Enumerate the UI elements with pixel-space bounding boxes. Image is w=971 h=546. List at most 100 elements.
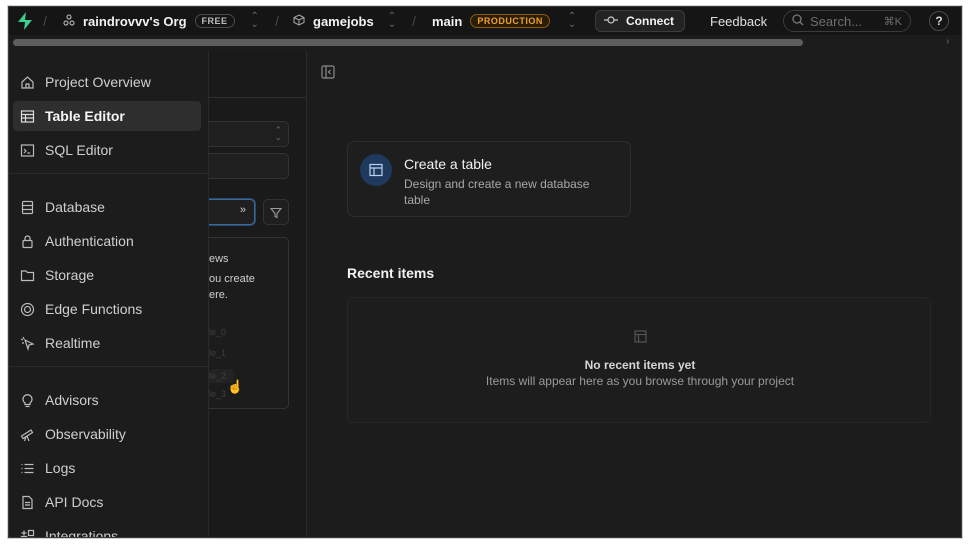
- sidebar-item-label: Advisors: [45, 392, 99, 408]
- sidebar-item-label: Authentication: [45, 233, 134, 249]
- supabase-logo[interactable]: [17, 7, 33, 35]
- sidebar-item-edge-functions[interactable]: Edge Functions: [13, 294, 201, 324]
- sidebar-item-storage[interactable]: Storage: [13, 260, 201, 290]
- functions-icon: [19, 301, 35, 317]
- top-bar: / raindrovvv's Org FREE ⌃ ⌄ / gamejobs ⌃ ⌄…: [9, 7, 961, 35]
- list-icon: [19, 460, 35, 476]
- chevron-updown-icon: ⌃ ⌄: [567, 11, 577, 30]
- chevron-updown-icon: ⌃ ⌄: [274, 125, 282, 142]
- plug-icon: [604, 14, 618, 28]
- chevron-updown-icon: ⌃ ⌄: [387, 11, 397, 30]
- sidebar-item-label: Integrations: [45, 528, 119, 538]
- sidebar-item-realtime[interactable]: Realtime: [13, 328, 201, 358]
- table-icon: [634, 330, 647, 348]
- horizontal-scrollbar[interactable]: [13, 39, 803, 46]
- empty-tables-fragment: ere.: [209, 289, 228, 301]
- breadcrumb-separator: /: [43, 13, 47, 29]
- plan-badge: FREE: [194, 14, 235, 28]
- lock-icon: [19, 233, 35, 249]
- project-name: gamejobs: [313, 13, 374, 29]
- connect-label: Connect: [626, 14, 674, 28]
- panel-collapse-icon[interactable]: [321, 65, 335, 84]
- sidebar-item-label: Observability: [45, 426, 126, 442]
- database-icon: [19, 199, 35, 215]
- main-content: Create a table Design and create a new d…: [307, 51, 961, 537]
- sidebar-item-label: Logs: [45, 460, 76, 476]
- home-icon: [19, 74, 35, 90]
- card-title: Create a table: [404, 156, 492, 172]
- ghost-table-row: le_3: [209, 389, 227, 399]
- filter-button[interactable]: [263, 199, 289, 225]
- search-placeholder: Search...: [810, 13, 863, 29]
- sidebar-item-label: Storage: [45, 267, 95, 283]
- document-icon: [19, 494, 35, 510]
- card-description: Design and create a new database table: [404, 177, 590, 207]
- filter-icon: [269, 206, 283, 224]
- chevron-updown-icon: ⌃ ⌄: [250, 11, 259, 30]
- sidebar: Project Overview Table Editor SQL Editor…: [9, 51, 209, 538]
- ghost-table-row: le_0: [209, 327, 227, 337]
- sidebar-item-sql-editor[interactable]: SQL Editor: [13, 135, 201, 165]
- sidebar-item-integrations[interactable]: Integrations: [13, 521, 201, 538]
- sidebar-item-label: Realtime: [45, 335, 101, 351]
- sidebar-item-label: Project Overview: [45, 74, 151, 90]
- org-name: raindrovvv's Org: [83, 13, 187, 29]
- sidebar-item-logs[interactable]: Logs: [13, 453, 201, 483]
- help-wrap: ?: [929, 7, 949, 35]
- sidebar-divider: [9, 173, 209, 174]
- table-icon: [360, 154, 392, 186]
- breadcrumb-separator: /: [412, 13, 416, 29]
- panel-divider: [209, 97, 306, 98]
- sidebar-item-label: API Docs: [45, 494, 104, 510]
- sidebar-item-authentication[interactable]: Authentication: [13, 226, 201, 256]
- search-tables-input[interactable]: [209, 153, 289, 179]
- sidebar-item-database[interactable]: Database: [13, 192, 201, 222]
- sidebar-item-api-docs[interactable]: API Docs: [13, 487, 201, 517]
- filter-select[interactable]: »: [209, 199, 255, 225]
- search-icon: [792, 13, 804, 29]
- lightbulb-icon: [19, 392, 35, 408]
- table-editor-panel: ⌃ ⌄ » ews ou create ere. le_0 le_1 le_2 l…: [209, 51, 307, 537]
- table-icon: [19, 108, 35, 124]
- create-table-card[interactable]: Create a table Design and create a new d…: [347, 141, 631, 217]
- branch-selector[interactable]: main PRODUCTION ⌃ ⌄: [432, 7, 576, 35]
- cube-icon: [293, 13, 305, 29]
- sidebar-item-label: Table Editor: [45, 108, 125, 124]
- sidebar-item-label: SQL Editor: [45, 142, 113, 158]
- project-selector[interactable]: gamejobs ⌃ ⌄: [293, 7, 396, 35]
- help-button[interactable]: ?: [929, 11, 949, 31]
- app-window: / raindrovvv's Org FREE ⌃ ⌄ / gamejobs ⌃ ⌄…: [8, 6, 962, 538]
- branch-name: main: [432, 13, 463, 29]
- telescope-icon: [19, 426, 35, 442]
- sidebar-item-advisors[interactable]: Advisors: [13, 385, 201, 415]
- recent-empty-hint: Items will appear here as you browse thr…: [485, 374, 795, 388]
- connect-button-wrap: Connect: [595, 7, 685, 35]
- sidebar-item-label: Edge Functions: [45, 301, 143, 317]
- chevron-double-down-icon: »: [239, 204, 246, 216]
- sidebar-divider: [9, 366, 209, 367]
- ghost-table-row: le_1: [209, 348, 227, 358]
- realtime-icon: [19, 335, 35, 351]
- sidebar-item-observability[interactable]: Observability: [13, 419, 201, 449]
- sidebar-item-label: Database: [45, 199, 105, 215]
- schema-select[interactable]: ⌃ ⌄: [209, 121, 289, 147]
- org-icon: [63, 13, 75, 29]
- folder-icon: [19, 267, 35, 283]
- recent-empty-title: No recent items yet: [584, 358, 696, 372]
- empty-tables-fragment: ou create: [209, 273, 255, 285]
- production-badge: PRODUCTION: [470, 14, 550, 28]
- scroll-right-icon[interactable]: ›: [946, 36, 949, 47]
- recent-items-heading: Recent items: [347, 265, 435, 281]
- hand-cursor-icon: ☝: [227, 379, 244, 394]
- recent-items-empty-state: No recent items yet Items will appear he…: [347, 297, 931, 423]
- integrations-icon: [19, 528, 35, 537]
- feedback-button[interactable]: Feedback: [710, 7, 767, 35]
- connect-button[interactable]: Connect: [595, 10, 685, 32]
- org-selector[interactable]: raindrovvv's Org FREE ⌃ ⌄: [63, 7, 259, 35]
- search-shortcut: ⌘K: [883, 15, 902, 28]
- sidebar-item-table-editor[interactable]: Table Editor: [13, 101, 201, 131]
- sidebar-item-project-overview[interactable]: Project Overview: [13, 67, 201, 97]
- search-wrap: Search... ⌘K: [783, 7, 911, 35]
- breadcrumb-separator: /: [275, 13, 279, 29]
- search-input[interactable]: Search... ⌘K: [783, 10, 911, 32]
